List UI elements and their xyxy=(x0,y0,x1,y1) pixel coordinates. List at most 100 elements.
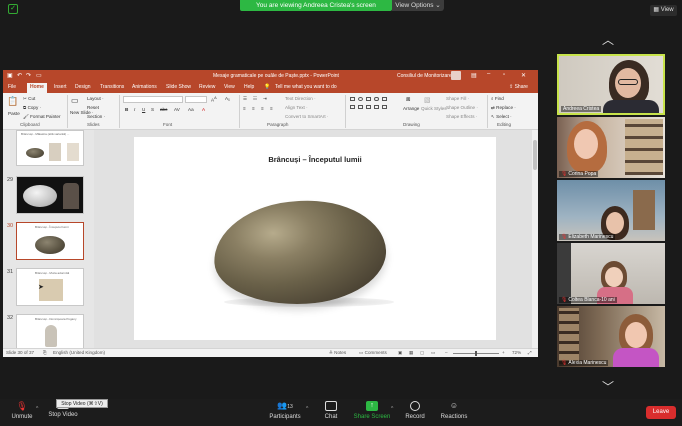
select-button[interactable]: ↖ Select · xyxy=(491,114,512,120)
normal-view-icon[interactable]: ▣ xyxy=(398,350,402,356)
user-name[interactable]: Consiliul de Monitorizare xyxy=(397,73,452,79)
arrange-icon[interactable]: ⧈ xyxy=(406,96,410,104)
share-button[interactable]: ⇪ Share xyxy=(509,84,528,90)
tab-view[interactable]: View xyxy=(224,84,235,90)
clear-formatting-icon[interactable]: Aᵪ xyxy=(225,96,230,101)
participants-button[interactable]: 👥13 Participants xyxy=(266,401,304,420)
zoom-in-icon[interactable]: + xyxy=(502,350,505,355)
vertical-scrollbar[interactable] xyxy=(532,130,538,348)
thumbnail-32[interactable]: Brâncuși - Domnișoara Pogany xyxy=(16,314,84,352)
align-left-icon[interactable]: ≡ xyxy=(243,106,246,111)
oval-shape-icon[interactable] xyxy=(358,97,363,101)
zoom-slider-thumb[interactable] xyxy=(475,351,477,356)
new-slide-icon[interactable]: ▭ xyxy=(71,96,79,105)
layout-button[interactable]: Layout · xyxy=(87,96,104,101)
thumbnail-29[interactable] xyxy=(16,176,84,214)
close-icon[interactable]: ✕ xyxy=(521,72,526,79)
shape-outline-button[interactable]: Shape Outline · xyxy=(446,105,478,110)
view-options-button[interactable]: View Options ⌄ xyxy=(392,0,444,11)
tab-insert[interactable]: Insert xyxy=(54,84,67,90)
rectangle-shape-icon[interactable] xyxy=(350,97,355,101)
maximize-icon[interactable]: ▫ xyxy=(503,72,505,78)
zoom-level[interactable]: 72% xyxy=(512,350,521,355)
fit-slide-icon[interactable]: ⤢ xyxy=(528,350,532,355)
tab-transitions[interactable]: Transitions xyxy=(100,84,124,90)
callout-shape-icon[interactable] xyxy=(374,105,379,109)
align-center-icon[interactable]: ≡ xyxy=(252,106,255,111)
current-slide[interactable]: Brâncuși – Începutul lumii xyxy=(134,137,496,340)
section-button[interactable]: Section · xyxy=(87,114,105,119)
grow-font-icon[interactable]: AA xyxy=(211,96,217,103)
slide-title[interactable]: Brâncuși – Începutul lumii xyxy=(134,155,496,164)
reactions-button[interactable]: ☺ Reactions xyxy=(438,401,470,420)
spellcheck-icon[interactable]: ⎘ xyxy=(43,350,47,355)
participants-caret-icon[interactable]: ^ xyxy=(306,406,308,412)
font-name-combo[interactable] xyxy=(123,96,183,103)
slideshow-icon[interactable]: ▭ xyxy=(431,350,435,356)
share-screen-button[interactable]: ↑ Share Screen xyxy=(353,401,391,420)
star-shape-icon[interactable] xyxy=(358,105,363,109)
replace-button[interactable]: ⇄ Replace · xyxy=(491,105,516,111)
underline-icon[interactable]: U xyxy=(142,107,145,112)
bullets-icon[interactable]: ☰ xyxy=(243,96,247,102)
video-tile-elizabeth[interactable]: 🎙Elizabeth Marinescu xyxy=(557,180,665,241)
notes-button[interactable]: ≜ Notes xyxy=(329,350,346,356)
thumbnail-30[interactable]: Brâncuși - Începutul lumii xyxy=(16,222,84,260)
share-caret-icon[interactable]: ^ xyxy=(391,406,393,412)
font-size-combo[interactable] xyxy=(185,96,207,103)
shape-effects-button[interactable]: Shape Effects · xyxy=(446,114,477,119)
more-shapes-icon[interactable] xyxy=(382,105,387,109)
ribbon-display-icon[interactable]: ▤ xyxy=(471,72,477,79)
format-painter-button[interactable]: 🖌 Format Painter xyxy=(23,114,61,120)
rounded-rect-shape-icon[interactable] xyxy=(374,97,379,101)
reset-button[interactable]: Reset xyxy=(87,105,99,110)
audio-options-caret-icon[interactable]: ^ xyxy=(36,406,38,412)
slide-sorter-icon[interactable]: ▦ xyxy=(409,350,413,356)
scroll-thumb[interactable] xyxy=(533,140,537,170)
tab-home[interactable]: Home xyxy=(30,84,44,90)
tab-animations[interactable]: Animations xyxy=(132,84,157,90)
view-button[interactable]: ▦ View xyxy=(650,5,677,16)
tab-review[interactable]: Review xyxy=(199,84,215,90)
tell-me-search[interactable]: Tell me what you want to do xyxy=(275,84,337,90)
redo-icon[interactable]: ↷ xyxy=(26,72,31,79)
cut-button[interactable]: ✂ Cut xyxy=(23,96,35,102)
triangle-shape-icon[interactable] xyxy=(382,97,387,101)
paste-button[interactable]: Paste xyxy=(8,111,20,116)
quick-styles-icon[interactable]: ▧ xyxy=(424,96,431,104)
gallery-down-arrow-icon[interactable]: ﹀ xyxy=(602,378,614,395)
zoom-slider[interactable] xyxy=(453,351,499,356)
font-color-icon[interactable]: A xyxy=(202,107,205,112)
sculpture-image[interactable] xyxy=(211,196,389,309)
comments-button[interactable]: ▭ Comments xyxy=(359,350,387,356)
unmute-button[interactable]: 🎙 Unmute xyxy=(8,401,36,420)
paste-icon[interactable]: 📋 xyxy=(7,96,18,107)
tab-design[interactable]: Design xyxy=(75,84,91,90)
reading-view-icon[interactable]: ▢ xyxy=(420,350,424,356)
bold-icon[interactable]: B xyxy=(125,107,128,112)
thumbnail-28[interactable]: Brâncuși - Măiastra (altă variantă) ... xyxy=(16,130,84,166)
align-text-button[interactable]: Align Text · xyxy=(285,105,308,110)
line-shape-icon[interactable] xyxy=(366,97,371,101)
tab-slide-show[interactable]: Slide Show xyxy=(166,84,191,90)
shadow-icon[interactable]: S xyxy=(151,107,154,112)
copy-button[interactable]: ⧉ Copy · xyxy=(23,105,41,110)
text-direction-button[interactable]: Text Direction · xyxy=(285,96,316,101)
minimize-icon[interactable]: – xyxy=(487,71,490,77)
record-button[interactable]: Record xyxy=(402,401,428,420)
tab-help[interactable]: Help xyxy=(244,84,254,90)
video-tile-andreea[interactable]: Andreea Cristea xyxy=(557,54,665,115)
strikethrough-icon[interactable]: abc xyxy=(160,107,167,112)
zoom-out-icon[interactable]: – xyxy=(445,350,448,355)
language-label[interactable]: English (United Kingdom) xyxy=(53,350,105,355)
numbering-icon[interactable]: ☷ xyxy=(253,96,257,102)
justify-icon[interactable]: ≡ xyxy=(270,106,273,111)
align-right-icon[interactable]: ≡ xyxy=(261,106,264,111)
arrow-shape-icon[interactable] xyxy=(350,105,355,109)
video-tile-corina[interactable]: 🎙Corina Popa xyxy=(557,117,665,178)
chat-button[interactable]: Chat xyxy=(320,401,342,420)
char-spacing-icon[interactable]: AV xyxy=(174,107,180,112)
italic-icon[interactable]: I xyxy=(134,107,135,112)
change-case-icon[interactable]: Aa xyxy=(188,107,194,112)
undo-icon[interactable]: ↶ xyxy=(17,72,22,79)
